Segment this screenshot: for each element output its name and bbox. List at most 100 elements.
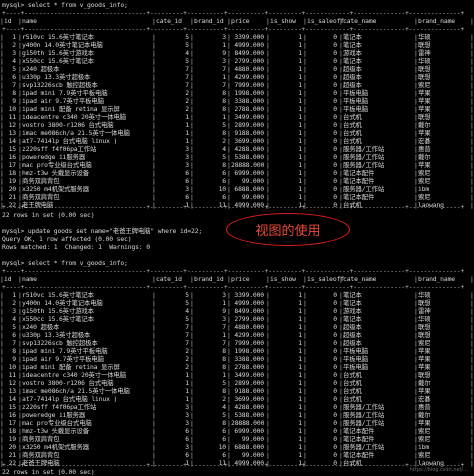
table-row: | 10 | ipad mini 配备 retina 显示屏 | 2 | 8 | 2788.000… bbox=[0, 363, 474, 371]
table-row: | 18 | hmz-t3w 头戴显示设备 | 6 | 6 | 6999.000 | 1 | 0 | 笔记本配… bbox=[0, 169, 474, 177]
table-cell: 1 bbox=[185, 137, 189, 145]
column-header: cate_name bbox=[343, 17, 377, 25]
table-cell: 0 bbox=[333, 363, 337, 371]
table-cell: 3 bbox=[185, 161, 189, 169]
table-row: | 4 | x550cc 15.6英寸笔记本 | 5 | 3 | 2799.000 | 1 | 0 | 笔记本… bbox=[0, 57, 474, 65]
table-cell: 1 bbox=[298, 291, 302, 299]
table-cell: ipad air 9.7英寸平板电脑 bbox=[22, 97, 104, 105]
table-cell: 1 bbox=[298, 81, 302, 89]
table-cell: at7-7414lp 台式电脑 linux ) bbox=[22, 395, 118, 403]
table-cell: 联想 bbox=[418, 73, 431, 81]
table-cell: 戴尔 bbox=[418, 379, 431, 387]
table-cell: 服务器/工作站 bbox=[343, 145, 385, 153]
column-separator: | bbox=[470, 275, 474, 283]
table-cell: 5 bbox=[222, 379, 226, 387]
table-cell: 1 bbox=[222, 113, 226, 121]
column-separator: | bbox=[470, 403, 474, 411]
table-cell: g150th 15.6英寸游戏本 bbox=[22, 49, 94, 57]
table-cell: 商务双肩背包 bbox=[22, 451, 60, 459]
table-cell: 7 bbox=[12, 339, 16, 347]
table1-bottom-border: +----+---------------------------------+… bbox=[2, 203, 465, 211]
table-cell: mac pro专业级台式电脑 bbox=[22, 419, 92, 427]
table-cell: 2 bbox=[185, 347, 189, 355]
table-cell: at7-7414lp 台式电脑 linux ) bbox=[22, 137, 118, 145]
table-cell: 28888.000 bbox=[231, 161, 265, 169]
table-cell: 6 bbox=[222, 451, 226, 459]
table-cell: 3388.000 bbox=[234, 355, 264, 363]
table-row: | 6 | u330p 13.3英寸超极本 | 7 | 1 | 4299.000 | 1 | 0 | 超级本 |… bbox=[0, 73, 474, 81]
table-cell: 1 bbox=[222, 41, 226, 49]
table-cell: 2899.000 bbox=[234, 121, 264, 129]
table-cell: 18 bbox=[8, 169, 17, 177]
table-cell: 0 bbox=[333, 451, 337, 459]
terminal-window[interactable]: mysql> select * from v_goods_info; +----… bbox=[0, 0, 474, 476]
column-separator: | bbox=[470, 411, 474, 419]
table-cell: 21 bbox=[8, 193, 17, 201]
table-cell: r510vc 15.6英寸笔记本 bbox=[22, 33, 94, 41]
table-cell: 0 bbox=[333, 339, 337, 347]
table-row: | 16 | poweredge ii服务器 | 3 | 5 | 5388.000 | 1 | 0 | 服务器… bbox=[0, 153, 474, 161]
table-cell: 1 bbox=[298, 451, 302, 459]
table-cell: 0 bbox=[333, 129, 337, 137]
table-cell: 0 bbox=[333, 89, 337, 97]
table-cell: 1 bbox=[298, 129, 302, 137]
column-separator: | bbox=[470, 331, 474, 339]
table-row: | 13 | imac me086ch/a 21.5英寸一体电脑 | 1 | 8 | 9188.0… bbox=[0, 387, 474, 395]
table-cell: 索尼 bbox=[418, 451, 431, 459]
table-cell: 惠普 bbox=[418, 145, 431, 153]
table-row: | 4 | x550cc 15.6英寸笔记本 | 5 | 3 | 2799.000 | 1 | 0 | 笔记本… bbox=[0, 315, 474, 323]
table-cell: 18 bbox=[8, 427, 17, 435]
table-cell: 惠普 bbox=[418, 403, 431, 411]
table-cell: 联想 bbox=[418, 41, 431, 49]
table-cell: 8 bbox=[12, 347, 16, 355]
table-cell: 0 bbox=[333, 169, 337, 177]
table-cell: 服务器/工作站 bbox=[343, 161, 385, 169]
table-cell: 1 bbox=[185, 379, 189, 387]
table-row: | 20 | x3250 m4机架式服务器 | 3 | 10 | 6888.000 | 1 | 0 | 服务器… bbox=[0, 443, 474, 451]
column-separator: | bbox=[470, 299, 474, 307]
table-cell: 0 bbox=[333, 105, 337, 113]
table-cell: 索尼 bbox=[418, 339, 431, 347]
column-separator: | bbox=[470, 387, 474, 395]
table-cell: 3 bbox=[185, 419, 189, 427]
table-row: | 11 | ideacentre c340 20英寸一体电脑 | 1 | 1 | 3499.00… bbox=[0, 371, 474, 379]
column-separator: | bbox=[470, 97, 474, 105]
table-cell: 1 bbox=[298, 323, 302, 331]
table-cell: 4999.000 bbox=[234, 299, 264, 307]
table-cell: 笔记本 bbox=[343, 41, 362, 49]
table-row: | 13 | imac me086ch/a 21.5英寸一体电脑 | 1 | 8 | 9188.0… bbox=[0, 129, 474, 137]
table-cell: poweredge ii服务器 bbox=[22, 153, 86, 161]
table-cell: 8 bbox=[222, 105, 226, 113]
table-cell: 1 bbox=[298, 153, 302, 161]
table-cell: 超级本 bbox=[343, 73, 362, 81]
table-cell: 1 bbox=[298, 105, 302, 113]
update-prompt: mysql> update goods set name="老爸王牌电脑" wh… bbox=[2, 227, 203, 235]
table-cell: 平板电脑 bbox=[343, 89, 368, 97]
table-cell: 1 bbox=[298, 315, 302, 323]
table-row: | 19 | 商务双肩背包 | 6 | 6 | 99.000 | 1 | 0 | 笔记本配件 | 索尼 | bbox=[0, 435, 474, 443]
table-cell: 2 bbox=[12, 299, 16, 307]
table-cell: 11 bbox=[8, 113, 17, 121]
table-cell: 28888.000 bbox=[231, 419, 265, 427]
table-cell: 0 bbox=[333, 387, 337, 395]
table-cell: 1 bbox=[298, 41, 302, 49]
table-cell: 4999.000 bbox=[234, 41, 264, 49]
table-cell: 宏碁 bbox=[418, 137, 431, 145]
column-separator: | bbox=[470, 121, 474, 129]
table-cell: 5388.000 bbox=[234, 153, 264, 161]
table-cell: 3 bbox=[12, 49, 16, 57]
table-cell: x3250 m4机架式服务器 bbox=[22, 443, 90, 451]
table-cell: 4880.000 bbox=[234, 323, 264, 331]
column-header: cate_name bbox=[343, 275, 377, 283]
table-cell: 1 bbox=[185, 387, 189, 395]
table-cell: 0 bbox=[333, 435, 337, 443]
table-cell: 1 bbox=[298, 411, 302, 419]
table-cell: 13 bbox=[8, 129, 17, 137]
table-cell: 7999.000 bbox=[234, 339, 264, 347]
table-cell: 0 bbox=[333, 81, 337, 89]
table-row: | 20 | x3250 m4机架式服务器 | 3 | 10 | 6888.000 | 1 | 0 | 服务器… bbox=[0, 185, 474, 193]
table-cell: 99.000 bbox=[241, 193, 264, 201]
table-cell: 21 bbox=[8, 451, 17, 459]
table-cell: 服务器/工作站 bbox=[343, 443, 385, 451]
table-cell: ipad mini 7.9英寸平板电脑 bbox=[22, 347, 108, 355]
